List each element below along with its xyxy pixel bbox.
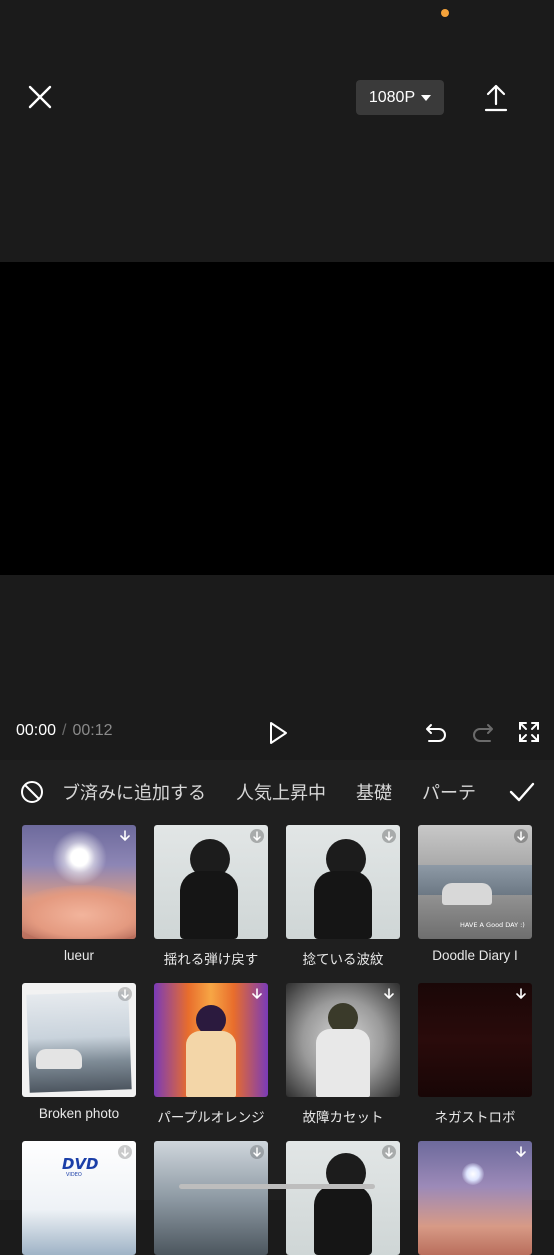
play-icon bbox=[270, 722, 287, 744]
confirm-button[interactable] bbox=[508, 780, 536, 804]
ban-icon bbox=[21, 781, 43, 803]
effect-thumbnail bbox=[418, 1141, 532, 1255]
effect-card-lueur[interactable]: lueur bbox=[22, 825, 136, 963]
download-icon bbox=[382, 829, 396, 843]
resolution-label: 1080P bbox=[368, 88, 416, 106]
effect-card-portrait[interactable] bbox=[286, 1141, 400, 1255]
effect-card-broken-photo[interactable]: Broken photo bbox=[22, 983, 136, 1121]
download-icon bbox=[516, 1146, 526, 1158]
effect-label: 故障カセット bbox=[302, 1110, 384, 1125]
effect-card-sparkle[interactable] bbox=[418, 1141, 532, 1255]
video-preview[interactable] bbox=[0, 262, 554, 575]
effect-card-bounce[interactable]: 揺れる弾け戻す bbox=[154, 825, 268, 968]
caret-down-icon bbox=[421, 94, 432, 101]
tab-trending[interactable]: 人気上昇中 bbox=[236, 779, 326, 805]
effect-label: 揺れる弾け戻す bbox=[163, 952, 259, 967]
upload-icon bbox=[484, 84, 508, 112]
effect-card-dvd[interactable]: DVD VIDEO bbox=[22, 1141, 136, 1255]
doodle-thumb-text: HAVE A Good DAY :) bbox=[460, 921, 525, 929]
tab-basic[interactable]: 基礎 bbox=[356, 779, 392, 805]
effect-card-purple-orange[interactable]: パープルオレンジ bbox=[154, 983, 268, 1126]
effect-card-glitch-cassette[interactable]: 故障カセット bbox=[286, 983, 400, 1126]
status-indicator-dot bbox=[441, 9, 449, 17]
time-separator: / bbox=[62, 722, 67, 739]
time-display: 00:00 / 00:12 bbox=[16, 722, 113, 740]
effect-card-doodle-diary[interactable]: HAVE A Good DAY :) Doodle Diary I bbox=[418, 825, 532, 963]
play-button[interactable] bbox=[266, 720, 290, 746]
redo-button[interactable] bbox=[470, 720, 496, 746]
effect-thumbnail bbox=[286, 825, 400, 939]
download-icon bbox=[514, 829, 528, 843]
effect-label: パープルオレンジ bbox=[157, 1110, 265, 1125]
download-icon bbox=[384, 988, 394, 1000]
download-icon bbox=[250, 829, 264, 843]
fullscreen-icon bbox=[519, 722, 539, 742]
redo-icon bbox=[473, 724, 493, 742]
effect-thumbnail bbox=[22, 825, 136, 939]
resolution-dropdown[interactable]: 1080P bbox=[356, 80, 444, 115]
checkmark-icon bbox=[509, 782, 535, 802]
download-icon bbox=[252, 988, 262, 1000]
close-button[interactable] bbox=[22, 80, 58, 116]
download-icon bbox=[516, 988, 526, 1000]
effect-thumbnail bbox=[418, 983, 532, 1097]
close-icon bbox=[28, 85, 52, 109]
download-icon bbox=[382, 1145, 396, 1159]
effect-thumbnail bbox=[286, 983, 400, 1097]
current-time: 00:00 bbox=[16, 722, 57, 739]
effect-card-negative-strobe[interactable]: ネガストロボ bbox=[418, 983, 532, 1126]
effect-thumbnail bbox=[154, 983, 268, 1097]
effect-thumbnail: DVD VIDEO bbox=[22, 1141, 136, 1255]
tab-party[interactable]: パーテ bbox=[422, 779, 476, 805]
fullscreen-button[interactable] bbox=[517, 720, 541, 744]
home-indicator bbox=[179, 1184, 375, 1189]
effect-card-mountain[interactable] bbox=[154, 1141, 268, 1255]
effect-thumbnail bbox=[22, 983, 136, 1097]
effect-card-ripple[interactable]: 捻ている波紋 bbox=[286, 825, 400, 968]
undo-button[interactable] bbox=[423, 720, 449, 746]
effect-thumbnail bbox=[154, 1141, 268, 1255]
dvd-logo-text: DVD bbox=[62, 1155, 99, 1173]
category-tabs: ブ済みに追加する 人気上昇中 基礎 パーテ bbox=[62, 779, 492, 805]
export-button[interactable] bbox=[480, 80, 512, 116]
effect-label: Broken photo bbox=[38, 1106, 120, 1121]
effect-label: Doodle Diary I bbox=[432, 948, 518, 963]
effect-label: 捻ている波紋 bbox=[302, 952, 384, 967]
download-icon bbox=[120, 830, 130, 842]
effect-thumbnail: HAVE A Good DAY :) bbox=[418, 825, 532, 939]
effect-label: lueur bbox=[63, 948, 95, 963]
dvd-logo-subtext: VIDEO bbox=[66, 1172, 82, 1178]
download-icon bbox=[118, 987, 132, 1001]
download-icon bbox=[250, 1145, 264, 1159]
download-icon bbox=[118, 1145, 132, 1159]
tab-saved[interactable]: ブ済みに追加する bbox=[62, 779, 206, 805]
effect-thumbnail bbox=[286, 1141, 400, 1255]
total-time: 00:12 bbox=[72, 722, 113, 739]
undo-icon bbox=[426, 724, 446, 742]
effect-label: ネガストロボ bbox=[434, 1110, 516, 1125]
no-effect-button[interactable] bbox=[20, 780, 44, 804]
effect-thumbnail bbox=[154, 825, 268, 939]
